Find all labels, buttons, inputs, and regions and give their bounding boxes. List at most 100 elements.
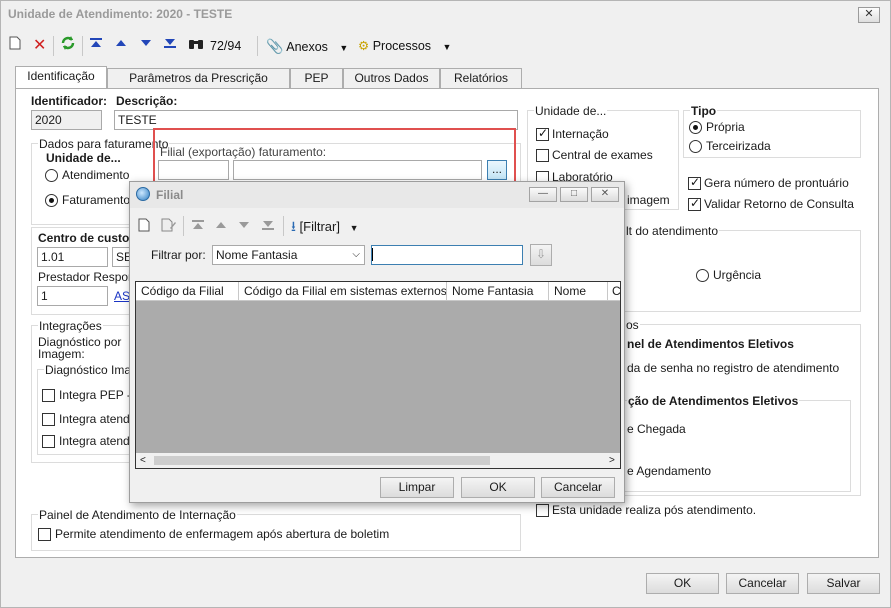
- highlight-box: [153, 128, 516, 185]
- filtrar-por-label: Filtrar por:: [151, 248, 206, 262]
- cancel-button[interactable]: Cancelar: [726, 573, 799, 594]
- prestador-code-field[interactable]: 1: [37, 286, 108, 306]
- scroll-right-icon[interactable]: >: [609, 453, 615, 468]
- save-button[interactable]: Salvar: [807, 573, 880, 594]
- dialog-title: Filial: [156, 188, 184, 202]
- faturamento-radio[interactable]: [45, 194, 58, 207]
- default-atendimento-label: lt do atendimento: [625, 224, 720, 238]
- integracoes-label: Integrações: [38, 319, 103, 333]
- filtrar-label: [Filtrar]: [299, 219, 340, 234]
- filtrar-menu[interactable]: ⭳ [Filtrar] ▼: [291, 217, 359, 237]
- chevron-down-icon: ▼: [442, 42, 452, 52]
- filtrar-por-select[interactable]: Nome Fantasia ⌵: [212, 245, 365, 265]
- apply-filter-button[interactable]: ⇩: [530, 244, 552, 266]
- filial-dialog: Filial — □ ✕ ⭳ [Filtrar] ▼ Filtrar por: …: [129, 181, 625, 503]
- centro-custos-label: Centro de custos: [38, 231, 137, 245]
- tab-relatorios[interactable]: Relatórios: [440, 68, 522, 89]
- filter-search-input[interactable]: [371, 245, 523, 265]
- horizontal-scrollbar[interactable]: < >: [136, 453, 620, 468]
- dialog-ok-button[interactable]: OK: [461, 477, 535, 498]
- anexos-menu[interactable]: 📎 Anexos ▼: [266, 35, 348, 57]
- window-close-button[interactable]: ✕: [858, 7, 880, 23]
- descricao-field[interactable]: TESTE: [114, 110, 518, 130]
- integra-pep-label: Integra PEP - I: [59, 388, 138, 402]
- binoculars-icon[interactable]: [187, 35, 205, 57]
- first-record-icon[interactable]: [89, 35, 103, 57]
- integra-atend-1-label: Integra atend: [59, 412, 130, 426]
- anexos-label: Anexos: [286, 40, 328, 54]
- filial-grid: Código da Filial Código da Filial em sis…: [135, 281, 621, 469]
- dialog-cancel-button[interactable]: Cancelar: [541, 477, 615, 498]
- new-icon[interactable]: [138, 218, 150, 235]
- last-record-icon[interactable]: [261, 218, 275, 235]
- permite-enfermagem-checkbox[interactable]: [38, 528, 51, 541]
- limpar-button[interactable]: Limpar: [380, 477, 454, 498]
- prestador-link[interactable]: AS: [114, 289, 130, 303]
- column-header[interactable]: Nome Fantasia: [447, 282, 549, 301]
- chegada-label: e Chegada: [627, 422, 686, 436]
- senha-registro-label: da de senha no registro de atendimento: [627, 361, 840, 375]
- diagnostico-imagem-partial-label: imagem: [627, 193, 670, 207]
- toolbar-separator: [53, 36, 54, 56]
- column-header[interactable]: Nome: [549, 282, 608, 301]
- column-header[interactable]: C: [608, 282, 620, 301]
- previous-record-icon[interactable]: [114, 35, 128, 57]
- tab-parametros-prescricao[interactable]: Parâmetros da Prescrição: [107, 68, 290, 89]
- validar-retorno-checkbox[interactable]: [688, 196, 701, 211]
- central-exames-checkbox[interactable]: [536, 149, 549, 162]
- internacao-checkbox[interactable]: [536, 126, 549, 141]
- edit-icon[interactable]: [161, 218, 177, 235]
- chevron-down-icon: ⌵: [352, 249, 360, 260]
- tab-outros-dados[interactable]: Outros Dados: [343, 68, 440, 89]
- central-exames-label: Central de exames: [552, 148, 653, 162]
- dialog-close-button[interactable]: ✕: [591, 187, 619, 202]
- unidade-de-label: Unidade de...: [46, 151, 121, 165]
- urgencia-radio[interactable]: [696, 269, 709, 282]
- previous-record-icon[interactable]: [214, 218, 228, 235]
- column-header[interactable]: Código da Filial em sistemas externos: [239, 282, 447, 301]
- propria-radio[interactable]: [689, 121, 702, 134]
- toolbar-separator: [257, 36, 258, 56]
- first-record-icon[interactable]: [191, 218, 205, 235]
- prestador-label: Prestador Respons: [38, 270, 141, 284]
- chevron-down-icon: ▼: [349, 223, 359, 233]
- filter-icon: ⭳: [291, 218, 296, 234]
- scroll-left-icon[interactable]: <: [140, 453, 146, 468]
- next-record-icon[interactable]: [237, 218, 251, 235]
- internacao-label: Internação: [552, 127, 609, 141]
- ok-button[interactable]: OK: [646, 573, 719, 594]
- delete-icon[interactable]: ✕: [33, 35, 46, 57]
- integra-pep-checkbox[interactable]: [42, 389, 55, 402]
- chevron-down-icon: ▼: [339, 43, 349, 53]
- realiza-pos-checkbox[interactable]: [536, 504, 549, 517]
- integra-atend-1-checkbox[interactable]: [42, 413, 55, 426]
- identificador-label: Identificador:: [31, 94, 108, 108]
- next-record-icon[interactable]: [139, 35, 153, 57]
- last-record-icon[interactable]: [163, 35, 177, 57]
- filter-apply-icon: ⇩: [535, 247, 547, 261]
- tab-pep[interactable]: PEP: [290, 68, 343, 89]
- filtrar-por-value: Nome Fantasia: [216, 248, 298, 262]
- painel-internacao-label: Painel de Atendimento de Internação: [38, 508, 237, 522]
- identificador-field[interactable]: 2020: [31, 110, 102, 130]
- integra-atend-2-checkbox[interactable]: [42, 435, 55, 448]
- gera-prontuario-checkbox[interactable]: [688, 175, 701, 190]
- scroll-thumb[interactable]: [154, 456, 490, 465]
- centro-custos-code-field[interactable]: 1.01: [37, 247, 108, 267]
- dados-faturamento-label: Dados para faturamento: [38, 137, 170, 151]
- processos-menu[interactable]: ⚙ Processos ▼: [358, 35, 451, 57]
- atendimento-radio-label: Atendimento: [62, 168, 130, 182]
- minimize-button[interactable]: —: [529, 187, 557, 202]
- atendimento-radio[interactable]: [45, 169, 58, 182]
- terceirizada-radio[interactable]: [689, 140, 702, 153]
- faturamento-radio-label: Faturamento: [62, 193, 131, 207]
- tab-identificacao[interactable]: Identificação: [15, 66, 107, 90]
- gears-icon: ⚙: [358, 39, 370, 53]
- paperclip-icon: 📎: [266, 38, 284, 54]
- refresh-icon[interactable]: [60, 35, 76, 57]
- maximize-button[interactable]: □: [560, 187, 588, 202]
- title-bar: Unidade de Atendimento: 2020 - TESTE ✕: [1, 1, 890, 29]
- new-icon[interactable]: [9, 35, 21, 57]
- column-header[interactable]: Código da Filial: [136, 282, 239, 301]
- urgencia-label: Urgência: [713, 268, 762, 282]
